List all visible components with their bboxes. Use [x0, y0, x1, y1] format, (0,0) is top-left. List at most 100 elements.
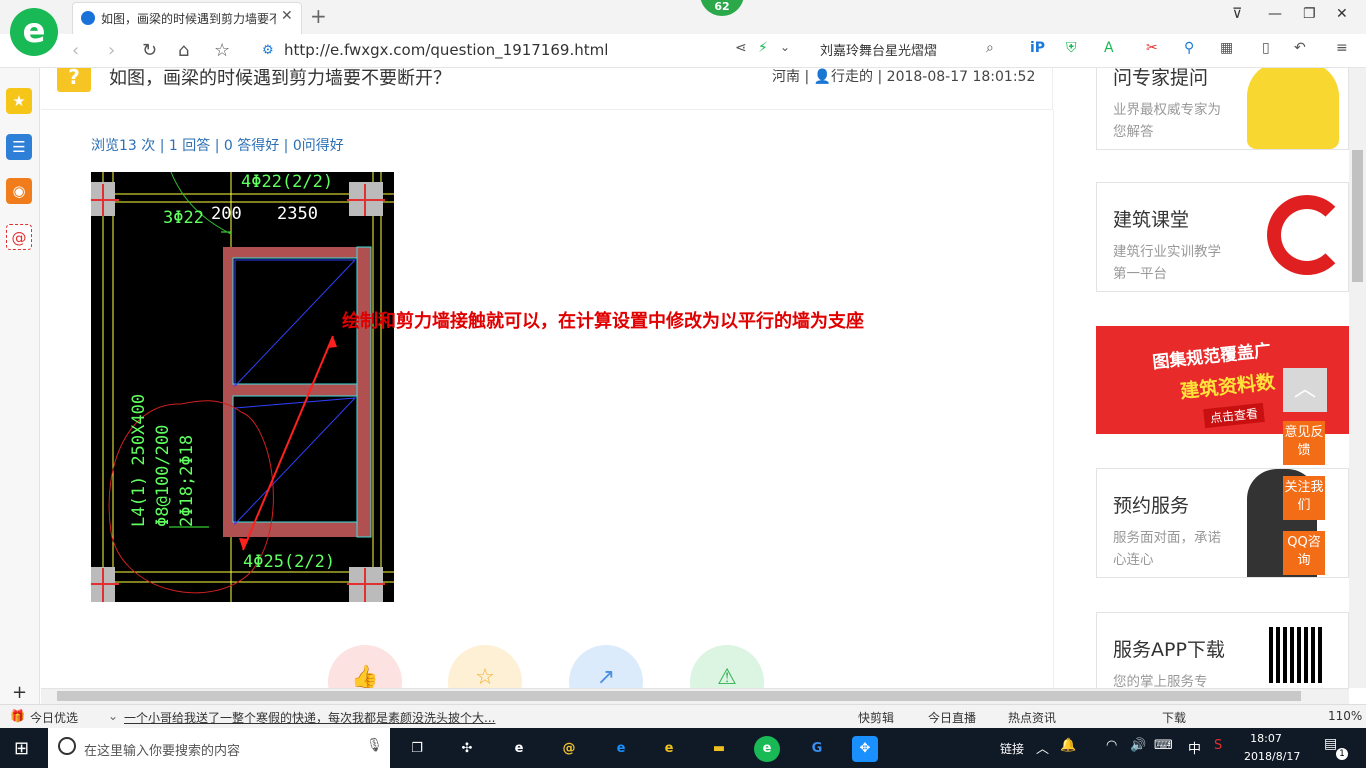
- cad-drawing-image[interactable]: 4Φ22(2/2) 3Φ22 200 2350 L4(1) 250X400 Φ8…: [91, 172, 394, 602]
- maximize-icon[interactable]: ❐: [1303, 6, 1316, 22]
- sogou-ime-icon[interactable]: S: [1214, 738, 1222, 753]
- content-divider: [1053, 110, 1054, 688]
- apps-icon[interactable]: ▦: [1220, 40, 1233, 56]
- shield-icon[interactable]: ⛨: [1066, 40, 1077, 56]
- cad-bottom-rebar-label: 4Φ25(2/2): [243, 552, 336, 572]
- add-sidebar-icon[interactable]: +: [12, 682, 27, 703]
- favorite-star-icon[interactable]: ☆: [214, 40, 230, 61]
- report-button[interactable]: ⚠: [690, 645, 764, 688]
- quick-edit-link[interactable]: 快剪辑: [858, 709, 894, 726]
- card-title: 建筑课堂: [1113, 209, 1190, 231]
- daily-pick-link[interactable]: 今日优选: [30, 709, 78, 726]
- search-icon[interactable]: ⌕: [986, 40, 994, 56]
- ime-indicator[interactable]: 中: [1188, 738, 1201, 757]
- question-stats[interactable]: 浏览13 次 | 1 回答 | 0 答得好 | 0问得好: [91, 135, 344, 155]
- home-icon[interactable]: ⌂: [178, 40, 189, 61]
- news-ticker[interactable]: 一个小哥给我送了一整个寒假的快递，每次我都是素颜没洗头披个大...: [124, 709, 495, 726]
- minimize-icon[interactable]: —: [1268, 6, 1282, 22]
- browser-logo-icon[interactable]: e: [10, 8, 58, 56]
- email-icon[interactable]: @: [6, 224, 32, 250]
- back-icon[interactable]: ‹: [72, 40, 79, 61]
- microphone-icon[interactable]: 🎙: [366, 738, 383, 753]
- system-clock[interactable]: 18:07 2018/8/17: [1244, 730, 1300, 766]
- url-text[interactable]: http://e.fwxgx.com/question_1917169.html: [284, 41, 608, 59]
- menu-icon[interactable]: ≡: [1336, 40, 1348, 56]
- extension-ip-icon[interactable]: iP: [1030, 40, 1045, 56]
- chevron-down-icon[interactable]: ⌄: [780, 40, 790, 54]
- horizontal-scrollbar[interactable]: [41, 688, 1349, 704]
- navigation-bar: ‹ › ↻ ⌂ ☆ ⚙ http://e.fwxgx.com/question_…: [0, 34, 1366, 68]
- new-tab-button[interactable]: +: [310, 4, 327, 28]
- vertical-scrollbar[interactable]: [1349, 68, 1366, 688]
- show-hidden-icons-icon[interactable]: ︿: [1036, 738, 1049, 757]
- magnifier-tool-icon[interactable]: ⚲: [1184, 40, 1194, 56]
- gift-icon: 🎁: [10, 709, 25, 723]
- browser-tab[interactable]: 如图，画梁的时候遇到剪力墙要不 ✕: [72, 2, 302, 34]
- close-window-icon[interactable]: ✕: [1336, 6, 1348, 22]
- course-card[interactable]: 建筑课堂 建筑行业实训教学第一平台: [1096, 182, 1349, 292]
- collect-button[interactable]: ☆: [448, 645, 522, 688]
- card-title: 预约服务: [1113, 495, 1190, 517]
- speed-icon[interactable]: ⚡: [758, 40, 768, 56]
- fan-app-icon[interactable]: ✣: [454, 736, 480, 762]
- address-bar[interactable]: ⚙ http://e.fwxgx.com/question_1917169.ht…: [262, 40, 730, 62]
- g-app-icon[interactable]: G: [804, 736, 830, 762]
- windows-start-icon[interactable]: ⊞: [14, 738, 29, 759]
- like-button[interactable]: 👍: [328, 645, 402, 688]
- favorites-star-icon[interactable]: ★: [6, 88, 32, 114]
- cad-top-rebar-label: 4Φ22(2/2): [241, 172, 334, 192]
- zoom-level[interactable]: 110%: [1328, 709, 1362, 723]
- cad-left-rebar-label: 3Φ22: [163, 208, 204, 228]
- ie-icon[interactable]: e: [656, 736, 682, 762]
- download-link[interactable]: 下载: [1162, 709, 1186, 726]
- taskbar-search-box[interactable]: 在这里输入你要搜索的内容 🎙: [48, 728, 390, 768]
- chevron-down-icon: ⌄: [108, 709, 119, 723]
- cad-beam-info-line2: Φ8@100/200: [153, 424, 173, 527]
- reader-icon[interactable]: ▯: [1262, 40, 1270, 56]
- wifi-icon[interactable]: ◠: [1106, 738, 1117, 753]
- weibo-icon[interactable]: ◉: [6, 178, 32, 204]
- action-center-icon[interactable]: ▤: [1324, 736, 1337, 752]
- move-app-icon[interactable]: ✥: [852, 736, 878, 762]
- search-input[interactable]: 刘嘉玲舞台星光熠熠: [820, 40, 1000, 59]
- taskbar-search-placeholder: 在这里输入你要搜索的内容: [84, 744, 241, 759]
- feedback-button[interactable]: 意见反馈: [1283, 421, 1325, 465]
- site-info-icon[interactable]: ⚙: [262, 43, 274, 58]
- cad-dim-right-label: 2350: [277, 204, 318, 224]
- scissors-icon[interactable]: ✂: [1146, 40, 1158, 56]
- skin-icon[interactable]: ⊽: [1232, 6, 1242, 22]
- file-explorer-icon[interactable]: ▬: [706, 736, 732, 762]
- vertical-scroll-thumb[interactable]: [1352, 150, 1363, 282]
- course-logo-icon: [1267, 195, 1347, 275]
- browser-e-icon[interactable]: e: [506, 736, 532, 762]
- app-download-card[interactable]: 服务APP下载 您的掌上服务专: [1096, 612, 1349, 688]
- cad-beam-info-line1: L4(1) 250X400: [129, 393, 149, 527]
- back-to-top-icon[interactable]: ︿: [1283, 368, 1327, 412]
- expert-card[interactable]: 问专家提问 业界最权威专家为您解答: [1096, 68, 1349, 150]
- links-toolbar-label[interactable]: 链接: [1000, 740, 1024, 757]
- tab-close-icon[interactable]: ✕: [281, 8, 293, 24]
- horizontal-scroll-thumb[interactable]: [57, 691, 1301, 701]
- news-list-icon[interactable]: ☰: [6, 134, 32, 160]
- volume-icon[interactable]: 🔊: [1130, 738, 1146, 753]
- ad-line2: 建筑资料数: [1179, 371, 1277, 403]
- live-link[interactable]: 今日直播: [928, 709, 976, 726]
- spiral-app-icon[interactable]: @: [556, 736, 582, 762]
- status-bar: 🎁 今日优选 ⌄ 一个小哥给我送了一整个寒假的快递，每次我都是素颜没洗头披个大.…: [0, 704, 1366, 728]
- notification-badge[interactable]: 62: [700, 0, 744, 16]
- share-icon[interactable]: ⋖: [735, 40, 747, 56]
- forward-icon[interactable]: ›: [108, 40, 115, 61]
- edge-icon[interactable]: e: [608, 736, 634, 762]
- notification-bell-icon[interactable]: 🔔: [1060, 738, 1076, 753]
- hot-news-link[interactable]: 热点资讯: [1008, 709, 1056, 726]
- qq-consult-button[interactable]: QQ咨询: [1283, 531, 1325, 575]
- undo-icon[interactable]: ↶: [1294, 40, 1306, 56]
- refresh-icon[interactable]: ↻: [142, 40, 157, 61]
- task-view-icon[interactable]: ❐: [404, 736, 430, 762]
- 360-browser-taskbar-icon[interactable]: e: [754, 736, 780, 762]
- share-button[interactable]: ↗: [569, 645, 643, 688]
- translate-icon[interactable]: A: [1104, 40, 1114, 56]
- follow-us-button[interactable]: 关注我们: [1283, 476, 1325, 520]
- ad-button[interactable]: 点击查看: [1203, 402, 1265, 429]
- keyboard-icon[interactable]: ⌨: [1154, 738, 1173, 753]
